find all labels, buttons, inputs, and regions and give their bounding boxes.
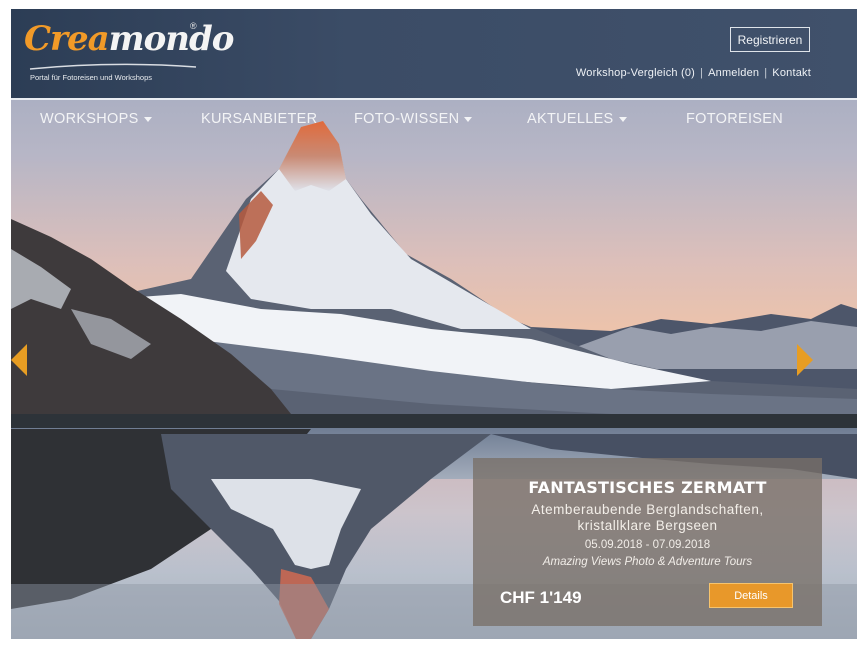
promo-title[interactable]: FANTASTISCHES ZERMATT xyxy=(473,478,822,497)
main-nav: WORKSHOPS KURSANBIETER FOTO-WISSEN AKTUE… xyxy=(11,100,857,140)
logo-wordmark: Creamondo xyxy=(24,19,235,59)
promo-subtitle: Atemberaubende Berglandschaften, kristal… xyxy=(473,502,822,534)
promo-card: FANTASTISCHES ZERMATT Atemberaubende Ber… xyxy=(473,458,822,626)
site-logo[interactable]: Creamondo ® Portal für Fotoreisen und Wo… xyxy=(24,19,235,82)
nav-item-aktuelles[interactable]: AKTUELLES xyxy=(527,111,627,127)
link-separator: | xyxy=(700,67,704,79)
promo-subtitle-line: Atemberaubende Berglandschaften, xyxy=(531,502,764,517)
registered-mark: ® xyxy=(190,21,197,31)
promo-dates: 05.09.2018 - 07.09.2018 xyxy=(584,539,711,551)
caret-down-icon xyxy=(464,116,473,122)
workshop-compare-link[interactable]: Workshop-Vergleich (0) xyxy=(576,67,695,79)
contact-link[interactable]: Kontakt xyxy=(772,67,811,79)
logo-swoosh-icon xyxy=(29,63,197,70)
nav-item-label: FOTOREISEN xyxy=(686,111,783,127)
header-links: Workshop-Vergleich (0) | Anmelden | Kontakt xyxy=(576,67,811,79)
nav-item-foto-wissen[interactable]: FOTO-WISSEN xyxy=(354,111,473,127)
chevron-left-icon[interactable] xyxy=(11,344,27,376)
register-button[interactable]: Registrieren xyxy=(730,27,810,52)
logo-text-crea: Crea xyxy=(24,19,110,59)
logo-text-mondo: mondo xyxy=(108,19,235,59)
nav-item-label: WORKSHOPS xyxy=(40,111,139,127)
nav-item-fotoreisen[interactable]: FOTOREISEN xyxy=(686,111,783,127)
site-header: Creamondo ® Portal für Fotoreisen und Wo… xyxy=(11,9,857,98)
details-button[interactable]: Details xyxy=(709,583,793,608)
caret-down-icon xyxy=(143,116,152,122)
link-separator: | xyxy=(764,67,768,79)
caret-down-icon xyxy=(618,116,627,122)
nav-item-workshops[interactable]: WORKSHOPS xyxy=(40,111,152,127)
nav-item-label: AKTUELLES xyxy=(527,111,614,127)
promo-price: CHF 1'149 xyxy=(500,588,582,607)
nav-item-kursanbieter[interactable]: KURSANBIETER xyxy=(201,111,317,127)
nav-item-label: FOTO-WISSEN xyxy=(354,111,460,127)
nav-item-label: KURSANBIETER xyxy=(201,111,318,127)
page-frame: Creamondo ® Portal für Fotoreisen und Wo… xyxy=(11,9,857,639)
logo-tagline: Portal für Fotoreisen und Workshops xyxy=(30,73,153,82)
promo-organizer[interactable]: Amazing Views Photo & Adventure Tours xyxy=(473,556,822,568)
chevron-right-icon[interactable] xyxy=(797,344,813,376)
login-link[interactable]: Anmelden xyxy=(708,67,759,79)
promo-subtitle-line: kristallklare Bergseen xyxy=(577,518,718,533)
